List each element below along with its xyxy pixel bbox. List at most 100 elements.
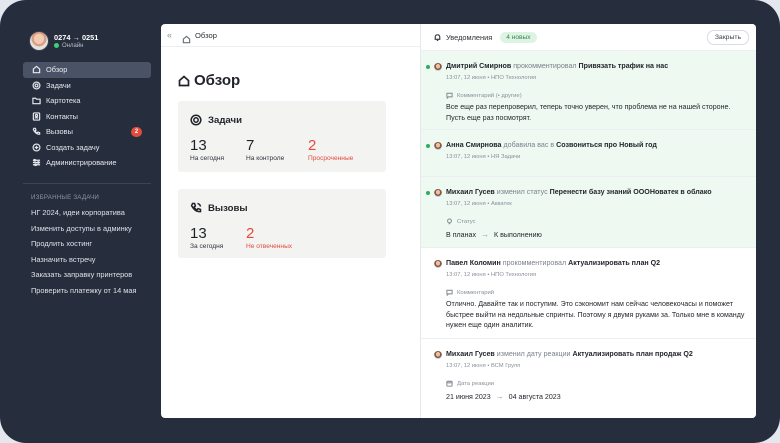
- notification-target[interactable]: Привязать трафик на нас: [579, 62, 669, 70]
- tasks-card-title: Задачи: [208, 114, 242, 126]
- collapse-sidebar-button[interactable]: «: [167, 30, 177, 40]
- folder-icon: [31, 96, 41, 106]
- notification-item[interactable]: Дмитрий Смирнов прокомментировал Привяза…: [421, 51, 756, 130]
- favorite-task-item[interactable]: Назначить встречу: [31, 252, 156, 268]
- phone-icon: [190, 202, 202, 213]
- calls-summary-card[interactable]: Вызовы 13 За сегодня 2 Не отвеченных: [178, 189, 386, 258]
- notification-target[interactable]: Актуализировать план продаж Q2: [572, 350, 692, 358]
- date-to: 04 августа 2023: [508, 392, 561, 401]
- plus-circle-icon: [31, 142, 41, 152]
- arrow-right-icon: →: [495, 392, 504, 401]
- notification-headline: Павел Коломин прокомментировал Актуализи…: [446, 259, 660, 267]
- notification-comment: Все еще раз перепроверил, теперь точно у…: [446, 103, 731, 122]
- notifications-header: Уведомления 4 новых Закрыть: [421, 24, 756, 51]
- new-count-badge: 4 новых: [500, 31, 537, 43]
- sub-label-text: Статус: [457, 218, 476, 225]
- sliders-icon: [31, 158, 41, 168]
- sidebar-item-label: Администрирование: [46, 158, 117, 168]
- notification-meta: 13:07, 12 июня • НЯ Задачи: [446, 154, 521, 160]
- status-from: В планах: [446, 230, 477, 239]
- notification-sub-label: Дата реакции: [446, 380, 494, 387]
- unread-indicator: [426, 144, 430, 148]
- notification-actor[interactable]: Михаил Гусев: [446, 350, 495, 358]
- breadcrumb: « Обзор: [161, 24, 420, 47]
- favorite-task-item[interactable]: Изменить доступы в админку: [31, 221, 156, 237]
- sidebar-nav: Обзор Задачи Картотека Контакты Вызовы 2: [23, 62, 151, 171]
- tasks-summary-card[interactable]: Задачи 13 На сегодня 7 На контроле 2 Про…: [178, 101, 386, 172]
- calls-today-stat[interactable]: 13 За сегодня: [190, 226, 224, 251]
- notifications-title: Уведомления: [446, 32, 493, 42]
- favorite-task-item[interactable]: Проверить платежку от 14 мая: [31, 283, 156, 299]
- notification-verb: прокомментировал: [513, 62, 577, 70]
- notification-target[interactable]: Актуализировать план Q2: [568, 259, 660, 267]
- page-title-text: Обзор: [194, 72, 241, 89]
- sidebar-item-calls[interactable]: Вызовы 2: [23, 124, 151, 140]
- notification-headline: Михаил Гусев изменил статус Перенести ба…: [446, 188, 712, 196]
- notification-target[interactable]: Перенести базу знаний ОООНоватек в облак…: [550, 188, 712, 196]
- tasks-card-header: Задачи: [190, 114, 242, 126]
- notification-comment: Отлично. Давайте так и поступим. Это сэк…: [446, 300, 745, 329]
- sidebar-item-label: Обзор: [46, 65, 68, 75]
- calls-count-badge: 2: [131, 127, 142, 137]
- notification-meta: 13:07, 12 июня • НПО Технология: [446, 272, 537, 278]
- app-window: 0274 → 0251 Онлайн Обзор Задачи Картотек…: [0, 0, 780, 443]
- avatar: [434, 142, 442, 150]
- bell-icon: [434, 33, 441, 41]
- notification-item[interactable]: Павел Коломин прокомментировал Актуализи…: [421, 248, 756, 339]
- home-icon: [178, 74, 190, 86]
- favorite-task-item[interactable]: Продлить хостинг: [31, 236, 156, 252]
- notification-actor[interactable]: Дмитрий Смирнов: [446, 62, 511, 70]
- calls-missed-stat[interactable]: 2 Не отвеченных: [246, 226, 292, 251]
- notification-actor[interactable]: Павел Коломин: [446, 259, 501, 267]
- target-icon: [190, 114, 202, 126]
- notification-item[interactable]: Михаил Гусев изменил дату реакции Актуал…: [421, 339, 756, 418]
- arrow-right-icon: →: [481, 230, 490, 239]
- comment-icon: [446, 92, 453, 99]
- calls-card-title: Вызовы: [208, 202, 248, 214]
- sidebar-item-contacts[interactable]: Контакты: [23, 109, 151, 125]
- stat-label: За сегодня: [190, 243, 224, 250]
- stat-value: 13: [190, 137, 207, 154]
- avatar: [434, 63, 442, 71]
- status-icon: [447, 218, 452, 225]
- sidebar-item-tasks[interactable]: Задачи: [23, 78, 151, 94]
- notification-meta: 13:07, 12 июня • ВСМ Групп: [446, 363, 521, 369]
- favorites-title: ИЗБРАННЫЕ ЗАДАЧИ: [31, 194, 100, 201]
- notification-target[interactable]: Созвониться про Новый год: [556, 141, 657, 149]
- notification-headline: Анна Смирнова добавила вас в Созвониться…: [446, 141, 657, 149]
- sidebar: 0274 → 0251 Онлайн Обзор Задачи Картотек…: [0, 0, 160, 443]
- favorite-task-item[interactable]: Заказать заправку принтеров: [31, 267, 156, 283]
- sidebar-item-admin[interactable]: Администрирование: [23, 155, 151, 171]
- avatar: [434, 189, 442, 197]
- user-status-label: Онлайн: [62, 42, 84, 49]
- user-profile[interactable]: 0274 → 0251 Онлайн: [30, 32, 98, 50]
- notification-verb: изменил статус: [496, 188, 548, 196]
- avatar: [434, 260, 442, 268]
- sidebar-item-cards[interactable]: Картотека: [23, 93, 151, 109]
- tasks-overdue-stat[interactable]: 2 Просроченные: [308, 138, 353, 163]
- sidebar-item-label: Вызовы: [46, 127, 73, 137]
- notification-actor[interactable]: Михаил Гусев: [446, 188, 495, 196]
- sidebar-item-overview[interactable]: Обзор: [23, 62, 151, 78]
- home-icon: [182, 31, 191, 43]
- tasks-control-stat[interactable]: 7 На контроле: [246, 137, 285, 163]
- status-change: В планах → К выполнению: [446, 230, 542, 239]
- notification-item[interactable]: Анна Смирнова добавила вас в Созвониться…: [421, 130, 756, 177]
- notification-item[interactable]: Михаил Гусев изменил статус Перенести ба…: [421, 177, 756, 248]
- status-to: К выполнению: [494, 230, 542, 239]
- breadcrumb-current[interactable]: Обзор: [195, 31, 217, 40]
- stat-label: На контроле: [246, 155, 285, 162]
- notification-verb: прокомментировал: [502, 259, 567, 267]
- notification-actor[interactable]: Анна Смирнова: [446, 141, 502, 149]
- sidebar-item-label: Картотека: [46, 96, 81, 106]
- unread-indicator: [426, 65, 430, 69]
- sidebar-item-create-task[interactable]: Создать задачу: [23, 140, 151, 156]
- notification-meta: 13:07, 12 июня • НПО Технология: [446, 75, 537, 81]
- favorite-task-item[interactable]: НГ 2024, идеи корпоратива: [31, 205, 156, 221]
- phone-icon: [31, 127, 41, 137]
- close-notifications-button[interactable]: Закрыть: [706, 30, 749, 45]
- notification-headline: Дмитрий Смирнов прокомментировал Привяза…: [446, 62, 668, 70]
- stat-value: 7: [246, 137, 255, 154]
- avatar[interactable]: [30, 32, 48, 50]
- tasks-today-stat[interactable]: 13 На сегодня: [190, 137, 224, 163]
